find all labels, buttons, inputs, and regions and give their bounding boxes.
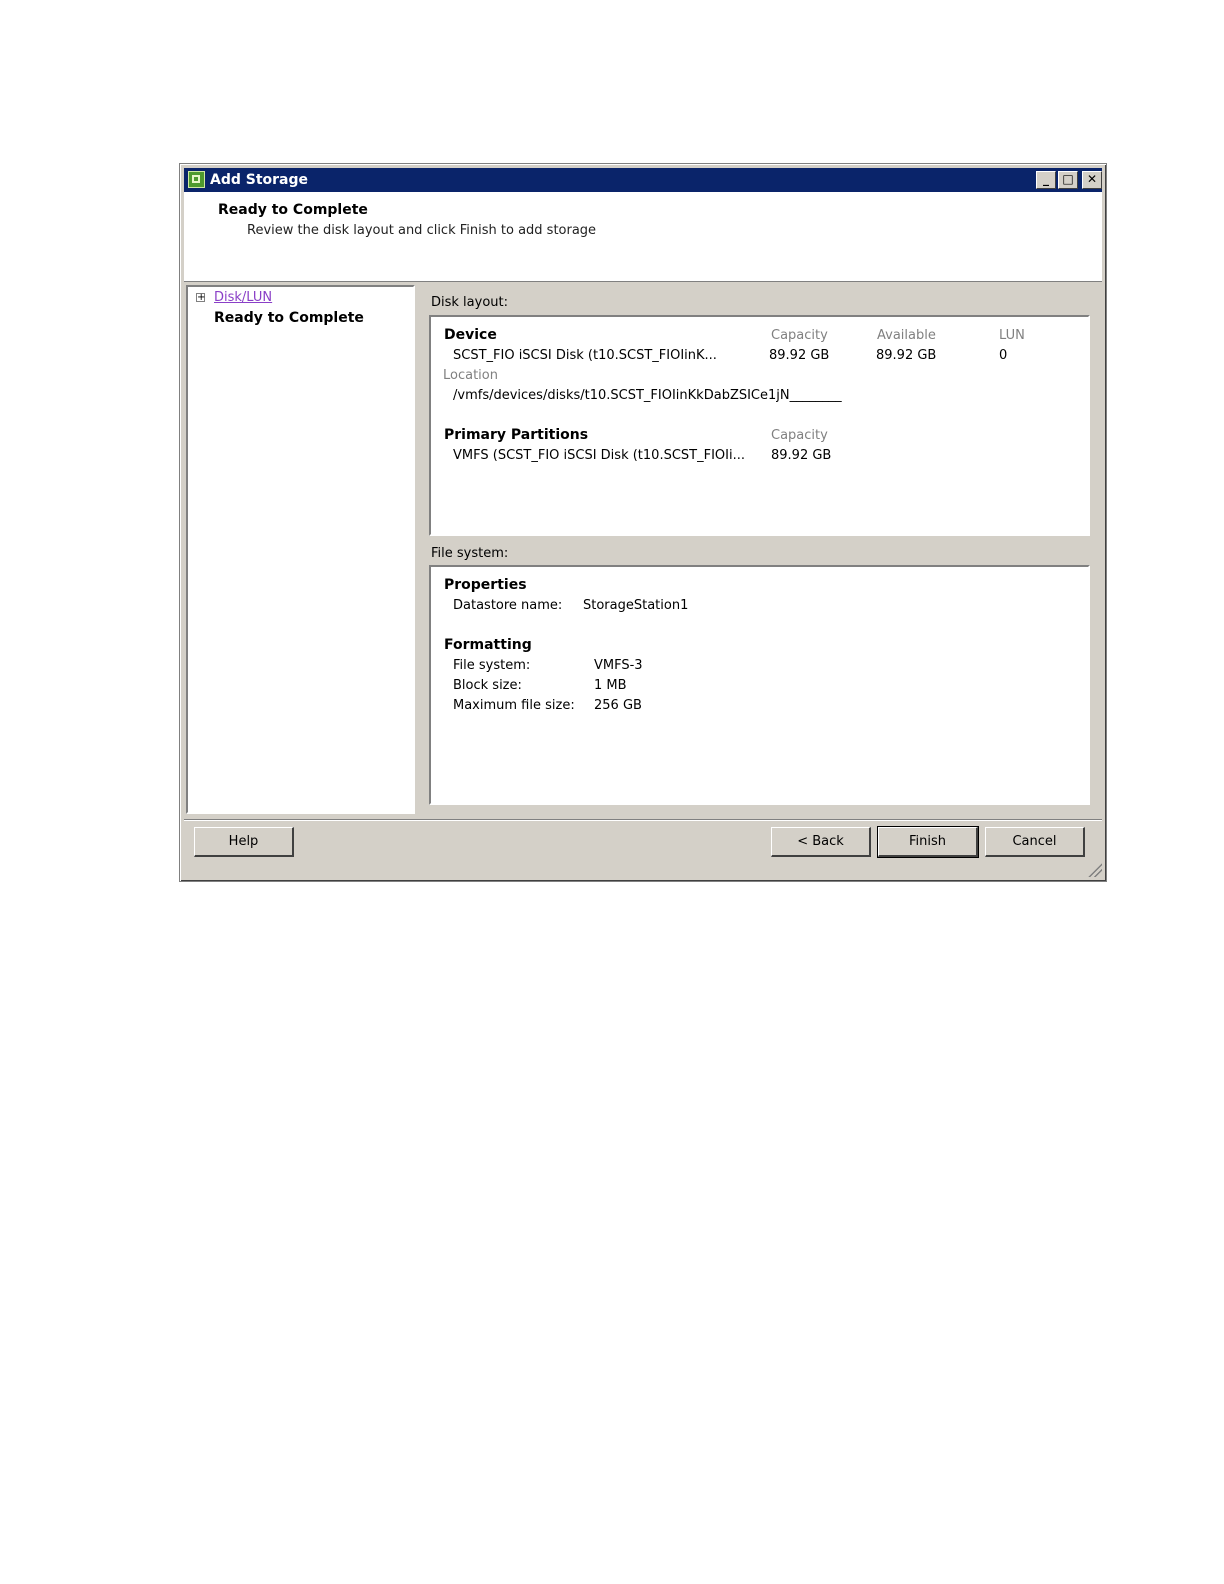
- datastore-name-value: StorageStation1: [583, 598, 689, 613]
- location-path: /vmfs/devices/disks/t10.SCST_FIOIinKkDab…: [453, 388, 842, 403]
- device-name: SCST_FIO iSCSI Disk (t10.SCST_FIOIinK...: [453, 348, 717, 363]
- primary-partitions-header: Primary Partitions: [444, 427, 589, 443]
- device-lun: 0: [999, 348, 1008, 363]
- nav-link-disk-lun[interactable]: Disk/LUN: [214, 290, 272, 305]
- storage-app-icon: [188, 171, 205, 188]
- block-size-value: 1 MB: [594, 678, 627, 693]
- file-system-type-value: VMFS-3: [594, 658, 643, 673]
- close-button[interactable]: ✕: [1082, 171, 1102, 189]
- lun-column-header: LUN: [999, 328, 1025, 343]
- footer-separator: [184, 819, 1102, 821]
- file-system-panel: Properties Datastore name: StorageStatio…: [429, 565, 1090, 805]
- partition-capacity-header: Capacity: [771, 428, 828, 443]
- device-available: 89.92 GB: [876, 348, 937, 363]
- disk-layout-panel: Device Capacity Available LUN SCST_FIO i…: [429, 315, 1090, 536]
- cancel-button[interactable]: Cancel: [985, 827, 1085, 857]
- help-button[interactable]: Help: [194, 827, 294, 857]
- formatting-header: Formatting: [444, 637, 532, 653]
- expand-plus-icon[interactable]: +: [196, 293, 205, 303]
- title-bar[interactable]: Add Storage _ □ ✕: [184, 168, 1102, 192]
- capacity-column-header: Capacity: [771, 328, 828, 343]
- add-storage-dialog: Add Storage _ □ ✕ Ready to Complete Revi…: [179, 163, 1107, 882]
- file-system-label: File system:: [431, 546, 509, 561]
- available-column-header: Available: [877, 328, 936, 343]
- maximize-button[interactable]: □: [1058, 171, 1078, 189]
- properties-header: Properties: [444, 577, 527, 593]
- wizard-header: Ready to Complete Review the disk layout…: [184, 192, 1102, 282]
- location-label: Location: [443, 368, 498, 383]
- back-button[interactable]: < Back: [771, 827, 871, 857]
- max-file-size-value: 256 GB: [594, 698, 642, 713]
- datastore-name-label: Datastore name:: [453, 598, 563, 613]
- wizard-step-nav: + Disk/LUN Ready to Complete: [186, 285, 415, 814]
- device-header: Device: [444, 327, 497, 343]
- step-description: Review the disk layout and click Finish …: [247, 223, 597, 238]
- step-title: Ready to Complete: [218, 202, 368, 218]
- window-title: Add Storage: [210, 172, 309, 188]
- file-system-type-label: File system:: [453, 658, 531, 673]
- block-size-label: Block size:: [453, 678, 522, 693]
- resize-grip-icon[interactable]: [1088, 863, 1102, 877]
- max-file-size-label: Maximum file size:: [453, 698, 575, 713]
- minimize-button[interactable]: _: [1036, 171, 1056, 189]
- device-capacity: 89.92 GB: [769, 348, 830, 363]
- finish-button[interactable]: Finish: [877, 826, 979, 858]
- partition-name: VMFS (SCST_FIO iSCSI Disk (t10.SCST_FIOI…: [453, 448, 745, 463]
- disk-layout-label: Disk layout:: [431, 295, 508, 310]
- nav-current-step: Ready to Complete: [214, 310, 364, 326]
- partition-capacity: 89.92 GB: [771, 448, 832, 463]
